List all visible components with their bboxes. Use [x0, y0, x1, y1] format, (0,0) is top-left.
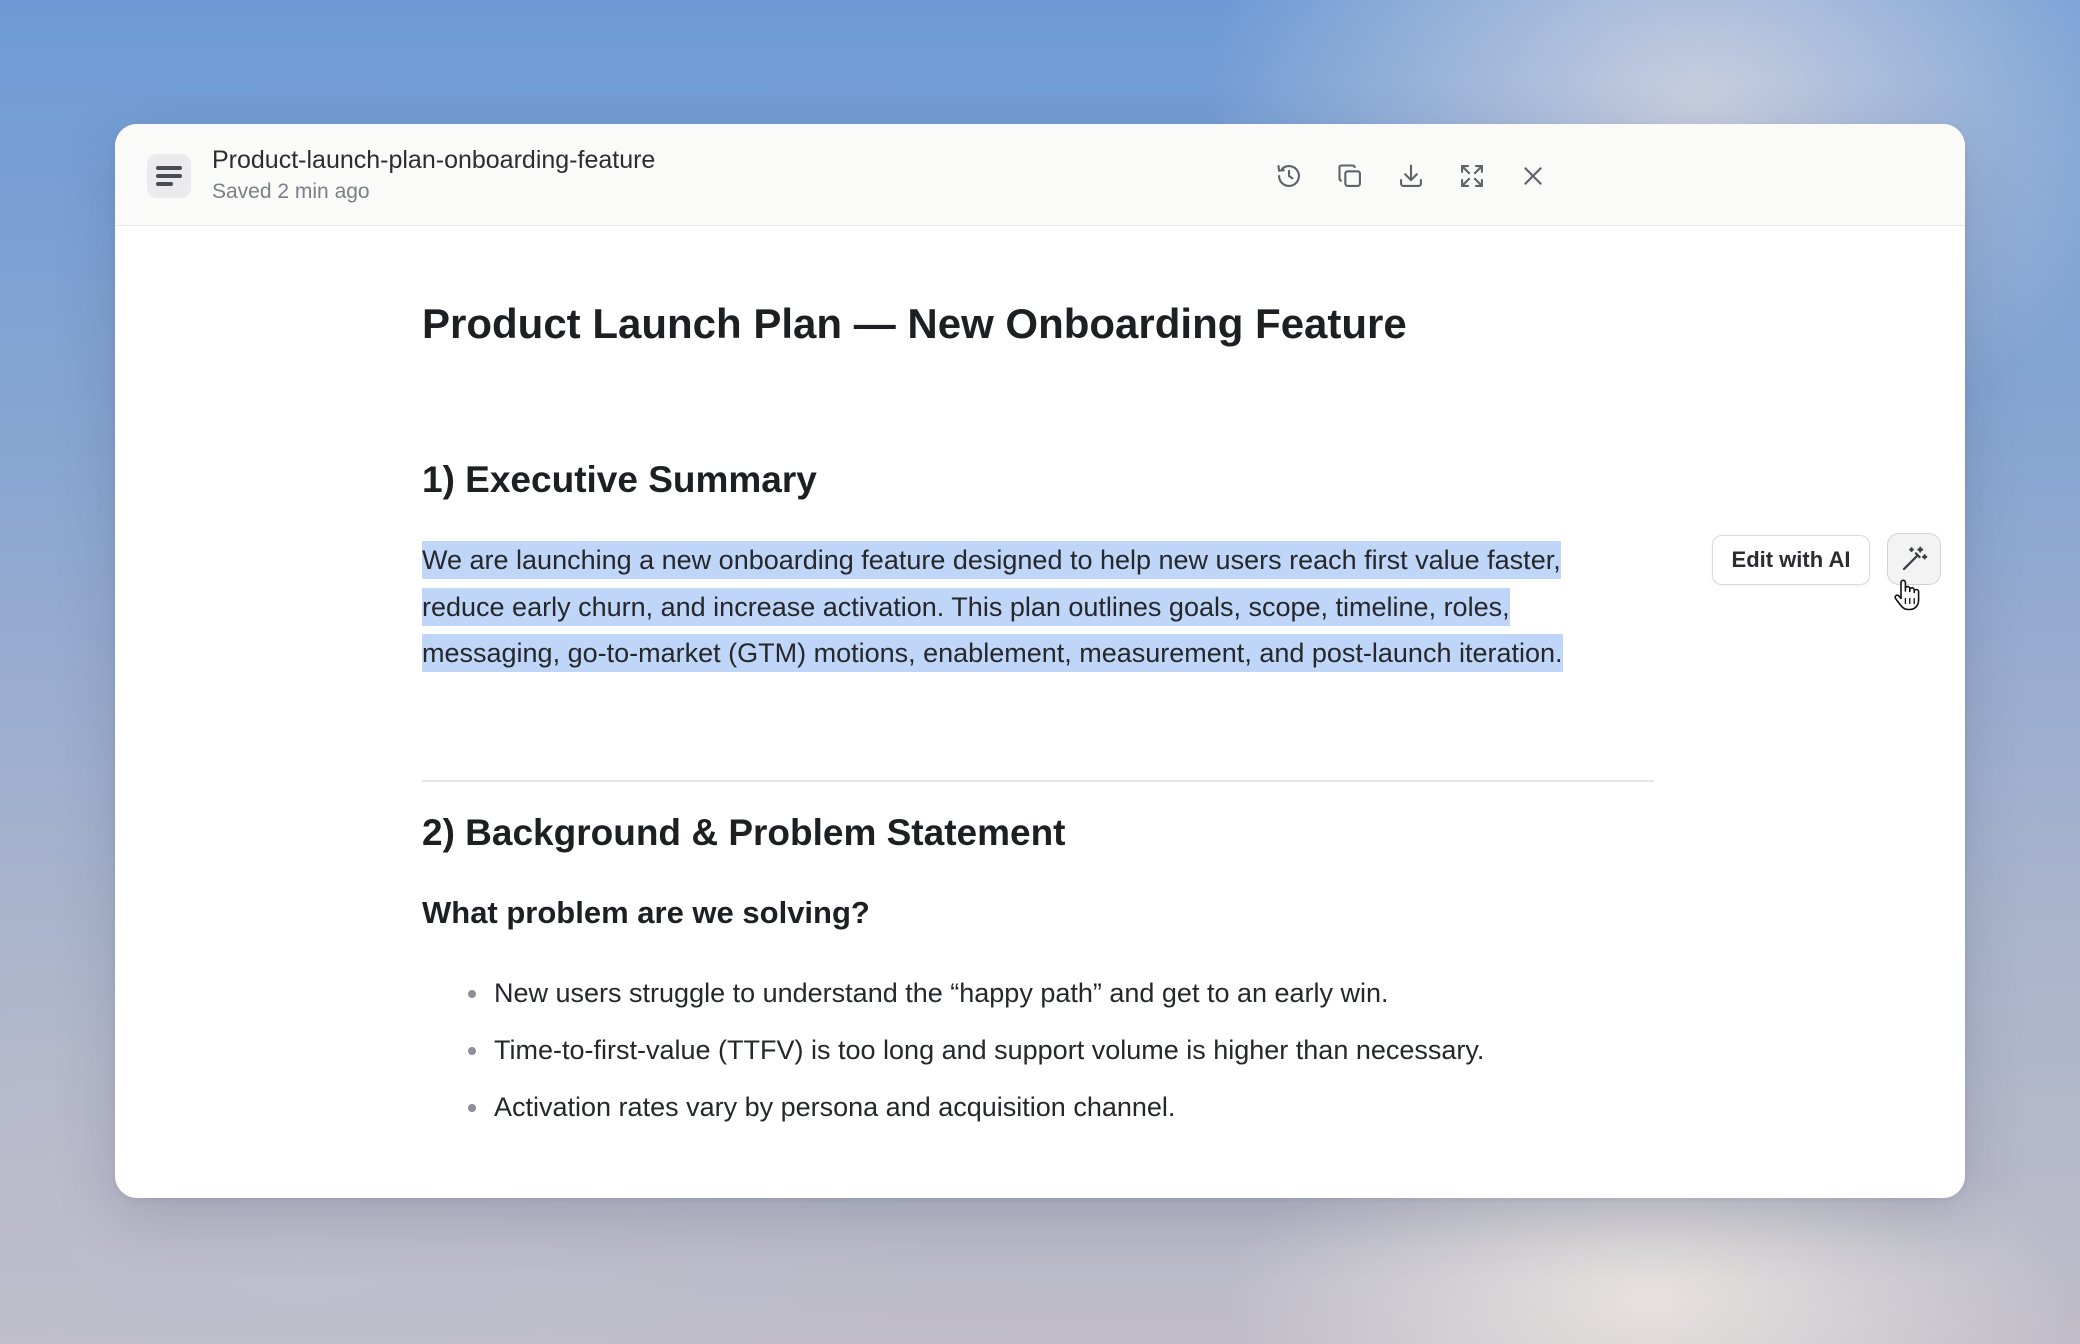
fullscreen-button[interactable] [1453, 157, 1491, 195]
list-item: Time-to-first-value (TTFV) is too long a… [422, 1032, 1484, 1089]
bullet-dot [468, 990, 476, 998]
edit-with-ai-button[interactable]: Edit with AI [1712, 535, 1870, 585]
magic-wand-icon [1902, 546, 1928, 571]
section-heading-background: 2) Background & Problem Statement [422, 812, 1066, 853]
hand-cursor-icon [1892, 577, 1924, 618]
save-status: Saved 2 min ago [212, 180, 370, 203]
close-button[interactable] [1514, 157, 1552, 195]
list-item: Activation rates vary by persona and acq… [422, 1089, 1484, 1146]
selected-text-line[interactable]: reduce early churn, and increase activat… [422, 587, 1510, 626]
section-divider [422, 780, 1654, 782]
file-name: Product-launch-plan-onboarding-feature [212, 146, 656, 174]
section-heading-executive-summary: 1) Executive Summary [422, 459, 817, 500]
copy-icon [1338, 164, 1361, 187]
title-bar: Product-launch-plan-onboarding-feature S… [115, 124, 1965, 226]
selected-text-line[interactable]: We are launching a new onboarding featur… [422, 541, 1561, 579]
expand-icon [1461, 165, 1483, 187]
document-icon [147, 154, 191, 198]
selected-text-line[interactable]: messaging, go-to-market (GTM) motions, e… [422, 634, 1563, 672]
problem-bullet-list: New users struggle to understand the “ha… [422, 975, 1484, 1146]
list-item-text: Activation rates vary by persona and acq… [494, 1092, 1176, 1122]
list-item-text: Time-to-first-value (TTFV) is too long a… [494, 1035, 1485, 1065]
history-icon [1277, 165, 1300, 187]
bullet-dot [468, 1104, 476, 1112]
executive-summary-paragraph[interactable]: We are launching a new onboarding featur… [422, 537, 1658, 677]
download-icon [1400, 164, 1422, 187]
download-button[interactable] [1392, 157, 1430, 195]
list-item: New users struggle to understand the “ha… [422, 975, 1484, 1032]
bullet-dot [468, 1047, 476, 1055]
subheading-problem: What problem are we solving? [422, 895, 870, 930]
copy-button[interactable] [1331, 157, 1369, 195]
close-icon [1524, 167, 1542, 185]
list-item-text: New users struggle to understand the “ha… [494, 978, 1389, 1008]
history-button[interactable] [1270, 157, 1308, 195]
document-title: Product Launch Plan — New Onboarding Fea… [422, 300, 1407, 347]
